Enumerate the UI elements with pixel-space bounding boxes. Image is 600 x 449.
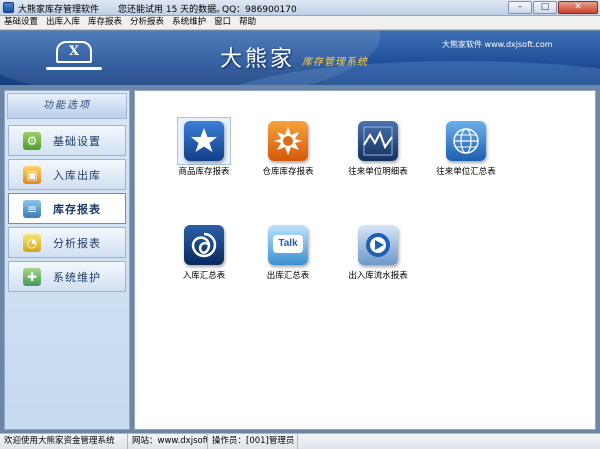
sidebar-item-label: 基础设置	[53, 134, 101, 148]
brand-logo: X	[38, 37, 108, 77]
talk-icon: Talk	[268, 225, 308, 265]
gear-icon: ⚙	[23, 131, 41, 150]
sidebar-item-label: 分析报表	[53, 236, 101, 250]
title-bar: 大熊家库存管理软件 您还能试用 15 天的数据。 QQ：986900170 – …	[0, 0, 600, 16]
module-outbound-summary[interactable]: Talk 出库汇总表	[253, 225, 323, 281]
module-label: 商品库存报表	[178, 167, 230, 177]
module-in-out-flow-report[interactable]: 出入库流水报表	[343, 225, 413, 281]
target-icon	[358, 225, 398, 265]
graph-icon	[358, 121, 398, 161]
window-title: 大熊家库存管理软件	[18, 5, 100, 15]
sidebar-item-basic-settings[interactable]: ⚙ 基础设置	[8, 125, 126, 156]
close-button[interactable]: ✕	[558, 1, 598, 14]
module-label: 仓库库存报表	[262, 167, 314, 177]
window-controls: – □ ✕	[508, 1, 598, 14]
minimize-button[interactable]: –	[508, 1, 532, 14]
sidebar-item-analysis-reports[interactable]: ◔ 分析报表	[8, 227, 126, 258]
module-label: 入库汇总表	[182, 271, 226, 281]
status-bar: 欢迎使用大熊家资金管理系统 网站：www.dxjsoft.com 操作员：[00…	[0, 433, 600, 449]
app-icon	[3, 2, 14, 13]
globe-icon	[446, 121, 486, 161]
brand-website: 大熊家软件 www.dxjsoft.com	[442, 40, 553, 49]
status-website: 网站：www.dxjsoft.com	[128, 434, 208, 449]
qq-contact: QQ：986900170	[222, 5, 297, 15]
sidebar-list: ⚙ 基础设置 ▣ 入库出库 ≡ 库存报表 ◔ 分析报表 ✚ 系统维护	[5, 121, 129, 299]
wrench-icon: ✚	[23, 267, 41, 286]
menu-system-maintenance[interactable]: 系统维护	[172, 16, 206, 29]
chart-icon: ◔	[23, 233, 41, 252]
module-label: 出入库流水报表	[348, 271, 408, 281]
sidebar-header: 功能选项	[7, 93, 127, 119]
module-partner-detail-report[interactable]: 往来单位明细表	[343, 121, 413, 177]
talk-icon-text: Talk	[273, 235, 303, 253]
module-product-stock-report[interactable]: 商品库存报表	[169, 117, 239, 177]
brand-name: 大熊家	[220, 47, 296, 72]
sidebar-item-system-maintenance[interactable]: ✚ 系统维护	[8, 261, 126, 292]
module-panel: 商品库存报表 仓库库存报表 往来单位明细表 往来单位汇总表 入库汇总表 Talk…	[134, 90, 596, 430]
module-label: 出库汇总表	[266, 271, 310, 281]
menu-stock-in-out[interactable]: 出库入库	[46, 16, 80, 29]
module-warehouse-stock-report[interactable]: 仓库库存报表	[253, 121, 323, 177]
menu-bar: 基础设置 出库入库 库存报表 分析报表 系统维护 窗口 帮助	[0, 16, 600, 30]
trial-notice: 您还能试用 15 天的数据。	[118, 5, 226, 15]
star-icon	[184, 121, 224, 161]
module-partner-summary-report[interactable]: 往来单位汇总表	[431, 121, 501, 177]
sun-icon	[268, 121, 308, 161]
sidebar-item-label: 库存报表	[53, 202, 101, 216]
logo-letter: X	[56, 41, 92, 63]
spiral-icon	[184, 225, 224, 265]
sidebar: 功能选项 ⚙ 基础设置 ▣ 入库出库 ≡ 库存报表 ◔ 分析报表 ✚ 系统维护	[4, 90, 130, 430]
header-banner: X 大熊家 库存管理系统 大熊家软件 www.dxjsoft.com	[0, 31, 600, 85]
status-operator: 操作员：[001]管理员	[208, 434, 298, 449]
menu-analysis-reports[interactable]: 分析报表	[130, 16, 164, 29]
sidebar-item-stock-reports[interactable]: ≡ 库存报表	[8, 193, 126, 224]
sidebar-item-label: 系统维护	[53, 270, 101, 284]
module-label: 往来单位明细表	[348, 167, 408, 177]
module-inbound-summary[interactable]: 入库汇总表	[169, 225, 239, 281]
menu-window[interactable]: 窗口	[214, 16, 231, 29]
menu-basic-settings[interactable]: 基础设置	[4, 16, 38, 29]
maximize-button[interactable]: □	[533, 1, 557, 14]
module-label: 往来单位汇总表	[436, 167, 496, 177]
menu-stock-reports[interactable]: 库存报表	[88, 16, 122, 29]
status-welcome: 欢迎使用大熊家资金管理系统	[0, 434, 128, 449]
stack-icon: ≡	[23, 199, 41, 218]
sidebar-item-stock-in-out[interactable]: ▣ 入库出库	[8, 159, 126, 190]
box-icon: ▣	[23, 165, 41, 184]
brand-subtitle: 库存管理系统	[302, 57, 368, 68]
menu-help[interactable]: 帮助	[239, 16, 256, 29]
sidebar-item-label: 入库出库	[53, 168, 101, 182]
